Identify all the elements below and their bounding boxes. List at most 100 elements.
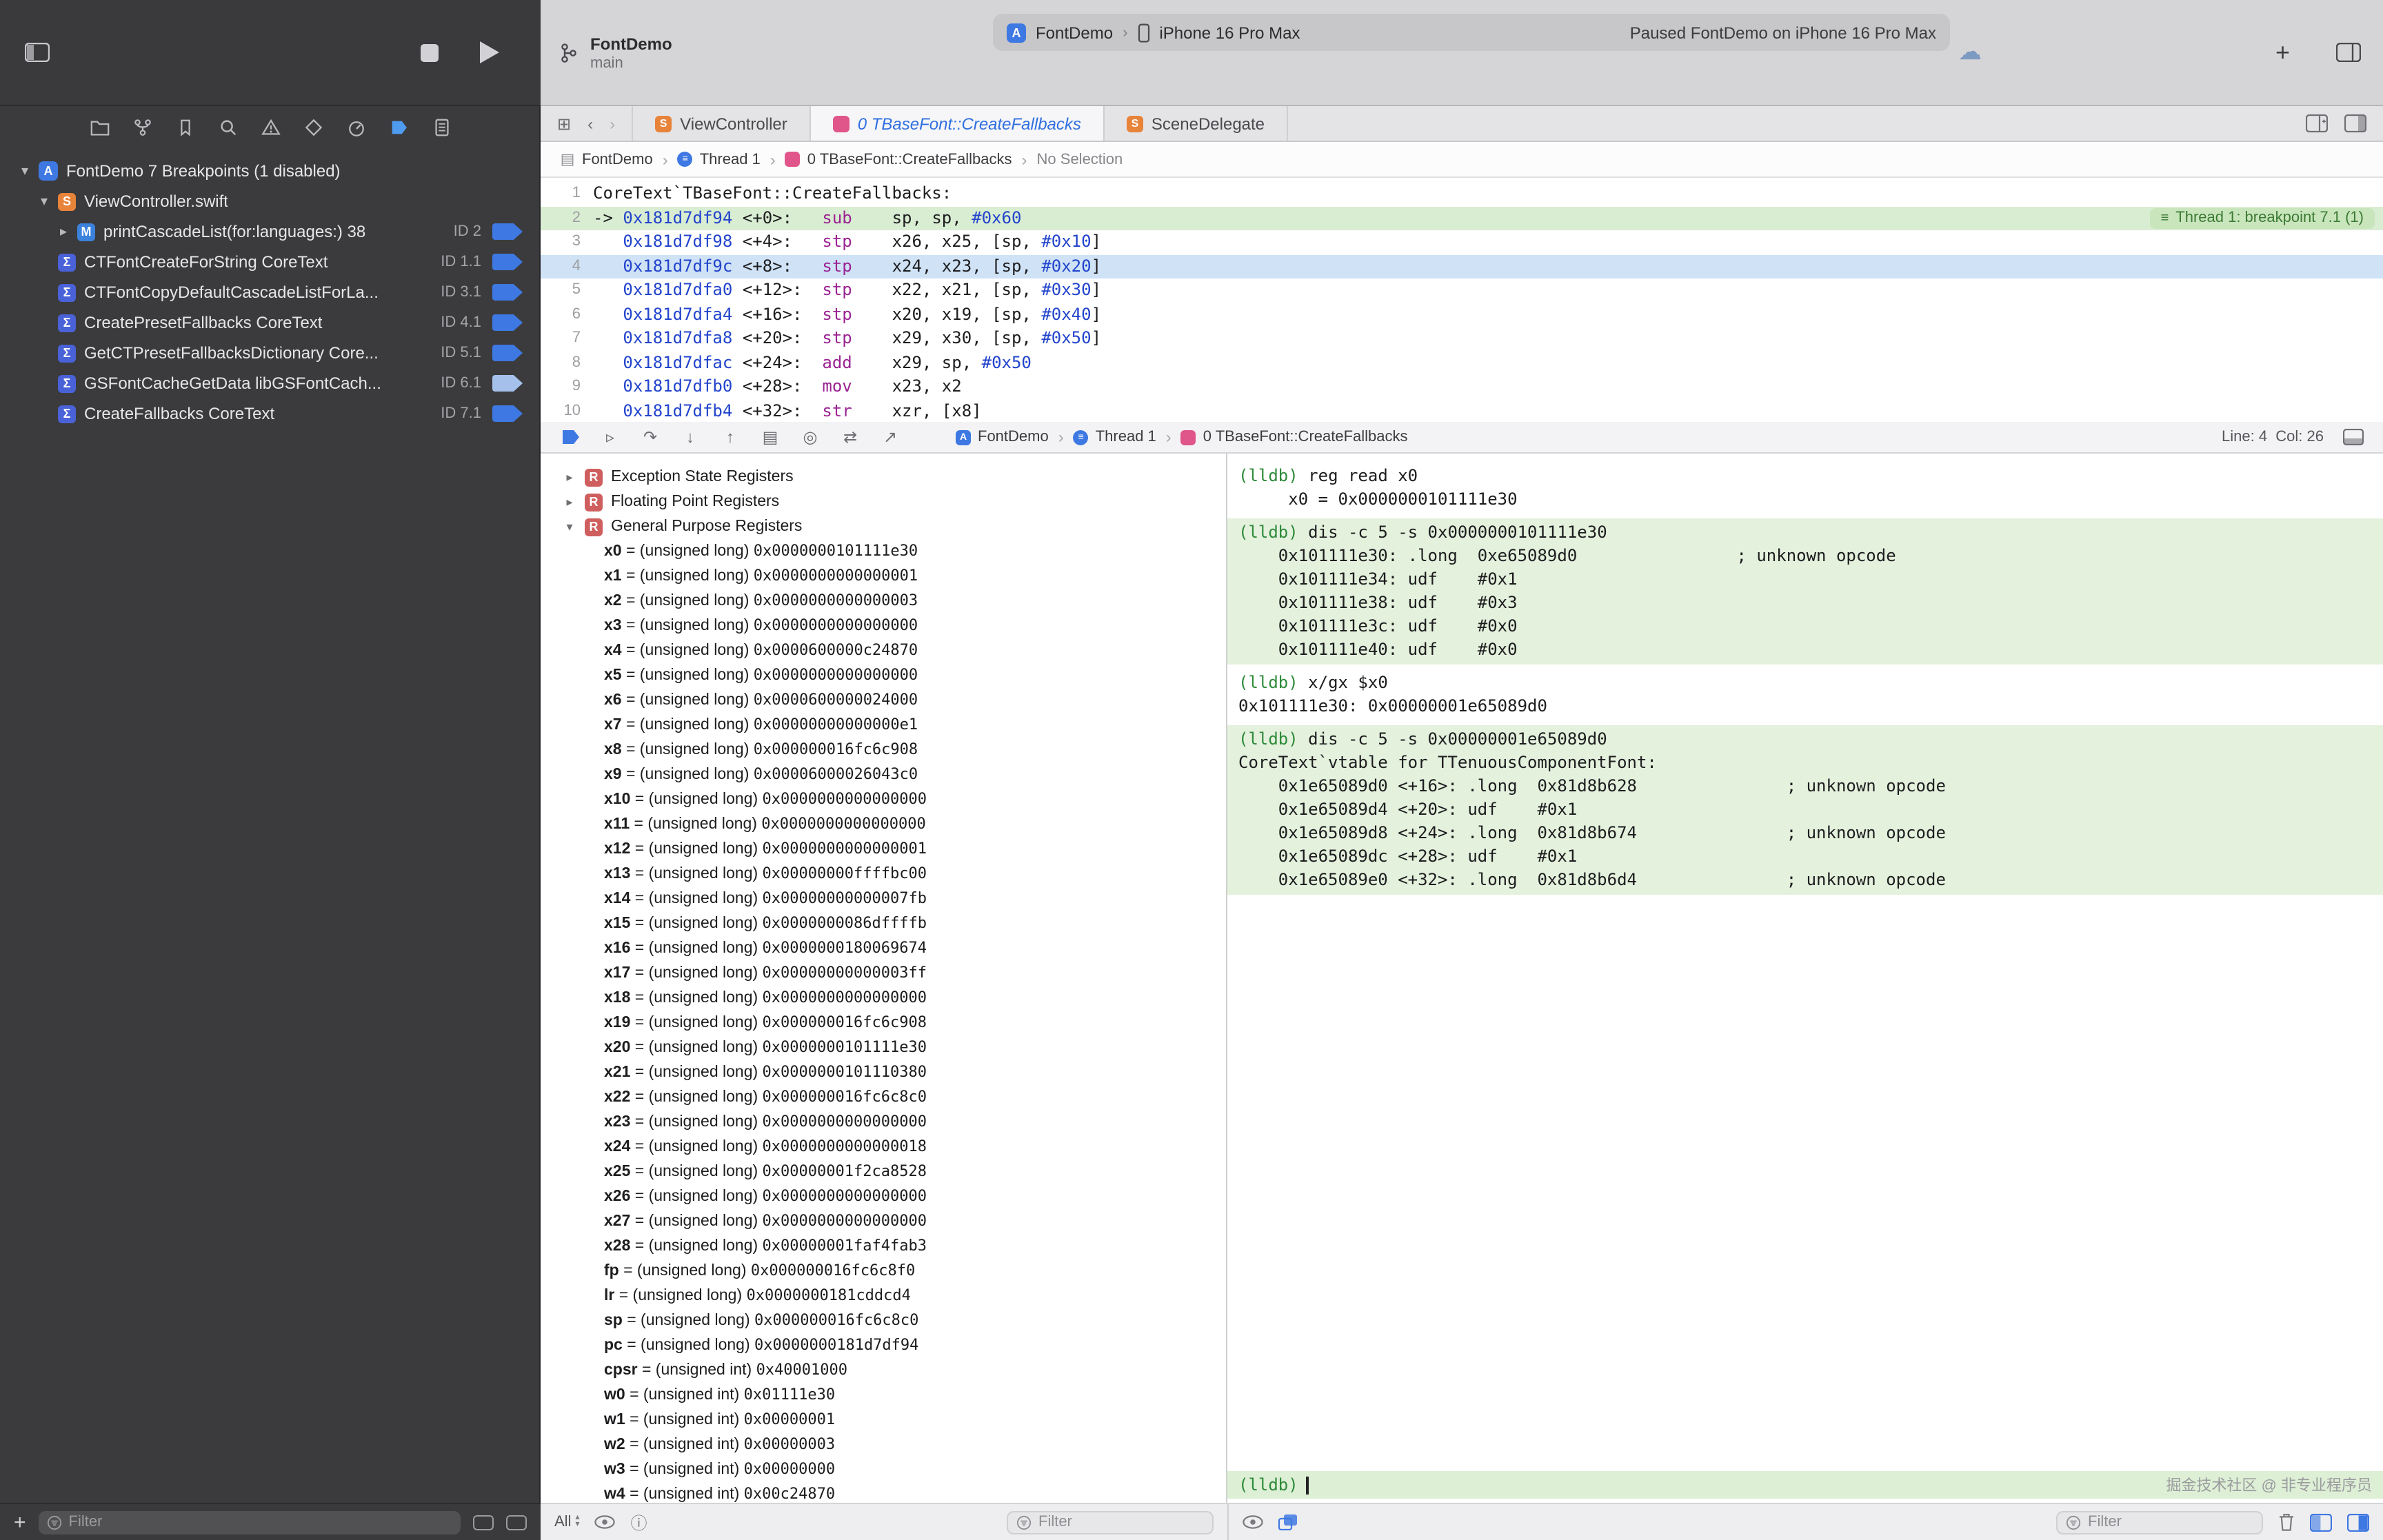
jumpbar-item[interactable]: AFontDemo bbox=[956, 429, 1049, 445]
register-row[interactable]: x11 = (unsigned long) 0x0000000000000000 bbox=[541, 812, 1226, 837]
simulate-location-icon[interactable]: ↗ bbox=[880, 427, 901, 447]
register-row[interactable]: x15 = (unsigned long) 0x0000000086dffffb bbox=[541, 911, 1226, 936]
register-row[interactable]: x10 = (unsigned long) 0x0000000000000000 bbox=[541, 787, 1226, 812]
filter-active-breakpoints-button[interactable] bbox=[506, 1514, 527, 1530]
breakpoint-badge[interactable] bbox=[492, 284, 523, 301]
disclosure-chevron-icon[interactable]: ▾ bbox=[563, 519, 576, 534]
register-row[interactable]: x20 = (unsigned long) 0x0000000101111e30 bbox=[541, 1035, 1226, 1060]
toggle-left-sidebar-button[interactable] bbox=[25, 43, 50, 62]
step-out-icon[interactable]: ↑ bbox=[720, 427, 741, 447]
jumpbar-item[interactable]: ≡Thread 1 bbox=[1074, 429, 1156, 445]
run-button[interactable] bbox=[480, 41, 499, 63]
register-row[interactable]: w0 = (unsigned int) 0x01111e30 bbox=[541, 1383, 1226, 1408]
register-row[interactable]: x13 = (unsigned long) 0x00000000ffffbc00 bbox=[541, 862, 1226, 886]
breakpoint-badge[interactable] bbox=[492, 345, 523, 361]
sidebar-filter-field[interactable] bbox=[39, 1510, 461, 1534]
register-row[interactable]: x2 = (unsigned long) 0x0000000000000003 bbox=[541, 589, 1226, 614]
step-into-icon[interactable]: ↓ bbox=[680, 427, 701, 447]
code-line[interactable]: 5 0x181d7dfa0 <+12>: stp x22, x21, [sp, … bbox=[541, 278, 2383, 303]
jumpbar-item[interactable]: ▤FontDemo bbox=[560, 151, 653, 168]
register-row[interactable]: x12 = (unsigned long) 0x0000000000000001 bbox=[541, 837, 1226, 862]
register-row[interactable]: x27 = (unsigned long) 0x0000000000000000 bbox=[541, 1209, 1226, 1234]
register-row[interactable]: x6 = (unsigned long) 0x0000600000024000 bbox=[541, 688, 1226, 713]
register-row[interactable]: pc = (unsigned long) 0x0000000181d7df94 bbox=[541, 1333, 1226, 1358]
back-chevron-icon[interactable]: ‹ bbox=[587, 114, 593, 133]
sidebar-filter-input[interactable] bbox=[69, 1514, 452, 1530]
register-row[interactable]: x24 = (unsigned long) 0x0000000000000018 bbox=[541, 1135, 1226, 1159]
register-row[interactable]: x9 = (unsigned long) 0x00006000026043c0 bbox=[541, 762, 1226, 787]
jumpbar-item[interactable]: 0 TBaseFont::CreateFallbacks bbox=[785, 151, 1012, 168]
register-row[interactable]: x4 = (unsigned long) 0x0000600000c24870 bbox=[541, 638, 1226, 663]
line-number[interactable]: 3 bbox=[541, 230, 593, 254]
toggle-right-sidebar-button[interactable] bbox=[2336, 0, 2361, 105]
disclosure-chevron-icon[interactable]: ▾ bbox=[17, 163, 33, 179]
register-row[interactable]: x5 = (unsigned long) 0x0000000000000000 bbox=[541, 663, 1226, 688]
breakpoint-item[interactable]: ▸MprintCascadeList(for:languages:) 38ID … bbox=[0, 216, 539, 247]
debugger-output-icon[interactable] bbox=[1278, 1514, 1298, 1530]
register-row[interactable]: x19 = (unsigned long) 0x000000016fc6c908 bbox=[541, 1011, 1226, 1035]
console-filter-field[interactable] bbox=[2056, 1510, 2263, 1534]
breakpoint-item[interactable]: ΣGSFontCacheGetData libGSFontCach...ID 6… bbox=[0, 368, 539, 398]
disassembly-editor[interactable]: 1CoreText`TBaseFont::CreateFallbacks:2->… bbox=[541, 178, 2383, 422]
breakpoint-item[interactable]: ΣCTFontCreateForString CoreTextID 1.1 bbox=[0, 247, 539, 277]
register-row[interactable]: x28 = (unsigned long) 0x00000001faf4fab3 bbox=[541, 1234, 1226, 1259]
register-row[interactable]: x0 = (unsigned long) 0x0000000101111e30 bbox=[541, 539, 1226, 564]
breakpoint-item[interactable]: ΣGetCTPresetFallbacksDictionary Core...I… bbox=[0, 338, 539, 368]
toggle-variables-view-button[interactable] bbox=[2310, 1513, 2332, 1531]
register-row[interactable]: x3 = (unsigned long) 0x0000000000000000 bbox=[541, 614, 1226, 638]
breakpoint-badge[interactable] bbox=[492, 314, 523, 331]
register-row[interactable]: x17 = (unsigned long) 0x00000000000003ff bbox=[541, 961, 1226, 986]
register-row[interactable]: lr = (unsigned long) 0x0000000181cddcd4 bbox=[541, 1284, 1226, 1308]
register-row[interactable]: x23 = (unsigned long) 0x0000000000000000 bbox=[541, 1110, 1226, 1135]
line-number[interactable]: 6 bbox=[541, 303, 593, 327]
line-number[interactable]: 7 bbox=[541, 327, 593, 351]
variables-filter-input[interactable] bbox=[1038, 1514, 1204, 1530]
add-breakpoint-button[interactable]: + bbox=[14, 1510, 26, 1534]
destination-device[interactable]: iPhone 16 Pro Max bbox=[1159, 23, 1300, 42]
library-button[interactable]: + bbox=[2275, 0, 2290, 105]
register-row[interactable]: w2 = (unsigned int) 0x00000003 bbox=[541, 1432, 1226, 1457]
register-row[interactable]: x7 = (unsigned long) 0x00000000000000e1 bbox=[541, 713, 1226, 738]
code-line[interactable]: 6 0x181d7dfa4 <+16>: stp x20, x19, [sp, … bbox=[541, 303, 2383, 327]
continue-button[interactable]: ▹ bbox=[600, 427, 621, 447]
console-eye-icon[interactable] bbox=[1243, 1515, 1263, 1529]
register-row[interactable]: w3 = (unsigned int) 0x00000000 bbox=[541, 1457, 1226, 1482]
register-row[interactable]: x21 = (unsigned long) 0x0000000101110380 bbox=[541, 1060, 1226, 1085]
add-editor-button[interactable] bbox=[2306, 114, 2328, 132]
breakpoint-item[interactable]: ΣCreatePresetFallbacks CoreTextID 4.1 bbox=[0, 307, 539, 338]
stop-button[interactable] bbox=[421, 43, 439, 61]
code-line[interactable]: 7 0x181d7dfa8 <+20>: stp x29, x30, [sp, … bbox=[541, 327, 2383, 351]
step-over-icon[interactable]: ↷ bbox=[640, 427, 661, 447]
thread-breakpoint-badge[interactable]: ≡Thread 1: breakpoint 7.1 (1) bbox=[2150, 208, 2375, 229]
bookmark-navigator-icon[interactable] bbox=[174, 115, 197, 139]
source-control-navigator-icon[interactable] bbox=[131, 115, 154, 139]
editor-layout-button[interactable] bbox=[2344, 114, 2366, 132]
console-filter-input[interactable] bbox=[2088, 1514, 2253, 1530]
forward-chevron-icon[interactable]: › bbox=[610, 114, 615, 133]
debug-console[interactable]: (lldb) reg read x0 x0 = 0x0000000101111e… bbox=[1227, 454, 2383, 1503]
jumpbar-item[interactable]: ≡Thread 1 bbox=[678, 151, 761, 168]
memory-graph-icon[interactable]: ◎ bbox=[800, 427, 821, 447]
related-items-icon[interactable]: ⊞ bbox=[557, 114, 571, 133]
line-number[interactable]: 1 bbox=[541, 182, 593, 206]
find-navigator-icon[interactable] bbox=[217, 115, 240, 139]
project-navigator-icon[interactable] bbox=[88, 115, 112, 139]
debug-navigator-icon[interactable] bbox=[345, 115, 368, 139]
register-row[interactable]: x14 = (unsigned long) 0x00000000000007fb bbox=[541, 886, 1226, 911]
breakpoint-project-row[interactable]: ▾ A FontDemo 7 Breakpoints (1 disabled) bbox=[0, 156, 539, 186]
disclosure-chevron-icon[interactable]: ▸ bbox=[563, 469, 576, 485]
issue-navigator-icon[interactable] bbox=[259, 115, 283, 139]
breakpoint-navigator-icon[interactable] bbox=[388, 115, 411, 139]
scheme-area[interactable]: FontDemo main bbox=[560, 0, 672, 105]
breakpoint-item[interactable]: ΣCreateFallbacks CoreTextID 7.1 bbox=[0, 398, 539, 429]
register-row[interactable]: x8 = (unsigned long) 0x000000016fc6c908 bbox=[541, 738, 1226, 762]
activity-view[interactable]: A FontDemo › iPhone 16 Pro Max Paused Fo… bbox=[993, 14, 1950, 51]
tab-viewcontroller[interactable]: SViewController bbox=[632, 106, 811, 141]
code-line[interactable]: 8 0x181d7dfac <+24>: add x29, sp, #0x50 bbox=[541, 351, 2383, 375]
register-row[interactable]: x16 = (unsigned long) 0x0000000180069674 bbox=[541, 936, 1226, 961]
variables-filter-field[interactable] bbox=[1007, 1510, 1214, 1534]
code-line[interactable]: 1CoreText`TBaseFont::CreateFallbacks: bbox=[541, 182, 2383, 206]
register-row[interactable]: fp = (unsigned long) 0x000000016fc6c8f0 bbox=[541, 1259, 1226, 1284]
tab-scenedelegate[interactable]: SSceneDelegate bbox=[1105, 106, 1288, 141]
code-line[interactable]: 2-> 0x181d7df94 <+0>: sub sp, sp, #0x60≡… bbox=[541, 206, 2383, 230]
